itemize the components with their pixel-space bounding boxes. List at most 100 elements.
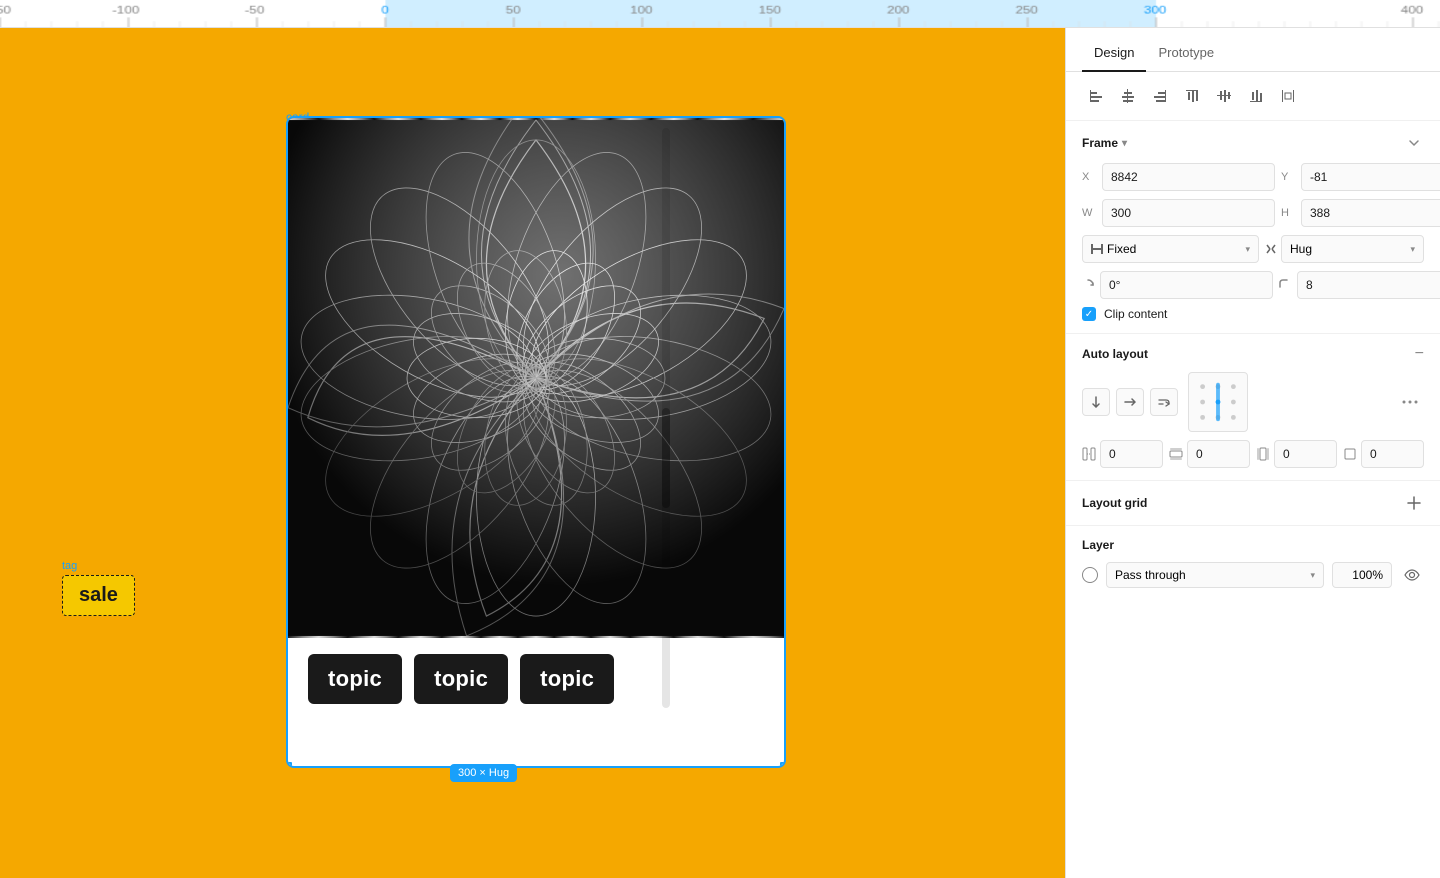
- dropdown-arrow: ▾: [1245, 244, 1250, 255]
- h-field-group: H: [1281, 199, 1440, 227]
- align-bottom-icon: [1249, 89, 1263, 103]
- x-field-group: X: [1082, 163, 1275, 191]
- align-left-button[interactable]: [1082, 82, 1110, 110]
- clip-content-row: ✓ Clip content: [1082, 307, 1424, 321]
- direction-down-icon: [1090, 396, 1102, 408]
- gap-input[interactable]: [1100, 440, 1163, 468]
- height-constraint-dropdown[interactable]: Hug ▾: [1281, 235, 1424, 263]
- eye-icon: [1404, 569, 1420, 581]
- layer-blend-icon: [1082, 567, 1098, 583]
- corner-radius-icon: [1279, 279, 1291, 291]
- clip-content-checkbox[interactable]: ✓: [1082, 307, 1096, 321]
- card-frame[interactable]: topic topic topic: [286, 116, 786, 768]
- corner-radius-input[interactable]: [1297, 271, 1440, 299]
- blend-mode-dropdown[interactable]: Pass through ▾: [1106, 562, 1324, 588]
- direction-down-btn[interactable]: [1082, 388, 1110, 416]
- align-right-button[interactable]: [1146, 82, 1174, 110]
- distribute-button[interactable]: [1274, 82, 1302, 110]
- direction-right-btn[interactable]: [1116, 388, 1144, 416]
- tab-prototype[interactable]: Prototype: [1146, 35, 1226, 72]
- align-center-h-button[interactable]: [1114, 82, 1142, 110]
- collapse-icon: [1407, 136, 1421, 150]
- right-panel: Design Prototype: [1065, 28, 1440, 878]
- align-top-icon: [1185, 89, 1199, 103]
- add-grid-button[interactable]: [1404, 493, 1424, 513]
- align-right-icon: [1153, 89, 1167, 103]
- frame-collapse-btn[interactable]: [1404, 133, 1424, 153]
- align-top-button[interactable]: [1178, 82, 1206, 110]
- y-label: Y: [1281, 171, 1295, 183]
- align-middle-button[interactable]: [1210, 82, 1238, 110]
- padding-h-input[interactable]: [1187, 440, 1250, 468]
- auto-layout-more-btn[interactable]: [1396, 388, 1424, 416]
- wh-row: W H: [1082, 199, 1424, 227]
- spiral-svg: [288, 118, 784, 638]
- direction-row: [1082, 372, 1424, 432]
- align-middle-icon: [1217, 89, 1231, 103]
- tag-element[interactable]: tag sale: [62, 560, 135, 616]
- tag-element-label: tag: [62, 560, 135, 572]
- constraints-row: Fixed ▾ Hug ▾: [1082, 235, 1424, 263]
- h-input[interactable]: [1301, 199, 1440, 227]
- frame-section-title: Frame ▾: [1082, 136, 1127, 150]
- x-label: X: [1082, 171, 1096, 183]
- topic-button-2[interactable]: topic: [414, 654, 508, 704]
- auto-layout-header: Auto layout −: [1082, 346, 1424, 362]
- padding-v-input[interactable]: [1274, 440, 1337, 468]
- corner-handle-bl[interactable]: [286, 762, 292, 768]
- scrollbar-thumb[interactable]: [662, 408, 670, 508]
- direction-wrap-btn[interactable]: [1150, 388, 1178, 416]
- auto-layout-collapse-btn[interactable]: −: [1415, 346, 1424, 362]
- ruler-canvas: [0, 0, 1440, 27]
- y-field-group: Y: [1281, 163, 1440, 191]
- tag-box: sale: [62, 575, 135, 616]
- canvas-scrollbar[interactable]: [662, 128, 670, 708]
- align-center-h-icon: [1121, 89, 1135, 103]
- layer-row: Pass through ▾: [1082, 562, 1424, 588]
- rotation-radius-row: [1082, 271, 1424, 299]
- w-field-group: W: [1082, 199, 1275, 227]
- alignment-grid-svg: [1193, 376, 1243, 428]
- padding-v-icon: [1256, 447, 1270, 461]
- layer-title: Layer: [1082, 538, 1424, 552]
- direction-right-icon: [1124, 396, 1136, 408]
- topic-button-3[interactable]: topic: [520, 654, 614, 704]
- layout-grid-row: Layout grid: [1082, 493, 1424, 513]
- h-label: H: [1281, 207, 1295, 219]
- opacity-input[interactable]: [1332, 562, 1392, 588]
- frame-section-header: Frame ▾: [1082, 133, 1424, 153]
- alignment-grid[interactable]: [1188, 372, 1248, 432]
- blend-dropdown-arrow: ▾: [1310, 570, 1315, 581]
- design-canvas[interactable]: card: [0, 28, 1065, 878]
- corner-handle-br[interactable]: [780, 762, 786, 768]
- layer-section: Layer Pass through ▾: [1066, 526, 1440, 600]
- padding-v-field: [1256, 440, 1337, 468]
- y-input[interactable]: [1301, 163, 1440, 191]
- rotation-group: [1082, 271, 1273, 299]
- align-bottom-button[interactable]: [1242, 82, 1270, 110]
- x-input[interactable]: [1102, 163, 1275, 191]
- w-input[interactable]: [1102, 199, 1275, 227]
- tab-design[interactable]: Design: [1082, 35, 1146, 72]
- frame-section: Frame ▾ X Y: [1066, 121, 1440, 334]
- width-constraint-dropdown[interactable]: Fixed ▾: [1082, 235, 1259, 263]
- gap-row: [1082, 440, 1424, 468]
- auto-layout-section: Auto layout −: [1066, 334, 1440, 481]
- rotation-input[interactable]: [1100, 271, 1273, 299]
- visibility-toggle[interactable]: [1400, 563, 1424, 587]
- padding-extra-input[interactable]: [1361, 440, 1424, 468]
- gap-field: [1082, 440, 1163, 468]
- topic-button-1[interactable]: topic: [308, 654, 402, 704]
- height-constraint-group: Hug ▾: [1265, 235, 1424, 263]
- gap-icon: [1082, 447, 1096, 461]
- layout-grid-title: Layout grid: [1082, 496, 1147, 510]
- distribute-icon: [1281, 89, 1295, 103]
- main-area: card: [0, 28, 1440, 878]
- card-image: [288, 118, 784, 638]
- add-icon: [1407, 496, 1421, 510]
- frame-dropdown-arrow[interactable]: ▾: [1122, 138, 1127, 149]
- hug-dropdown-arrow: ▾: [1410, 244, 1415, 255]
- checkmark-icon: ✓: [1085, 309, 1093, 320]
- auto-layout-title: Auto layout: [1082, 347, 1148, 361]
- radius-group: [1279, 271, 1440, 299]
